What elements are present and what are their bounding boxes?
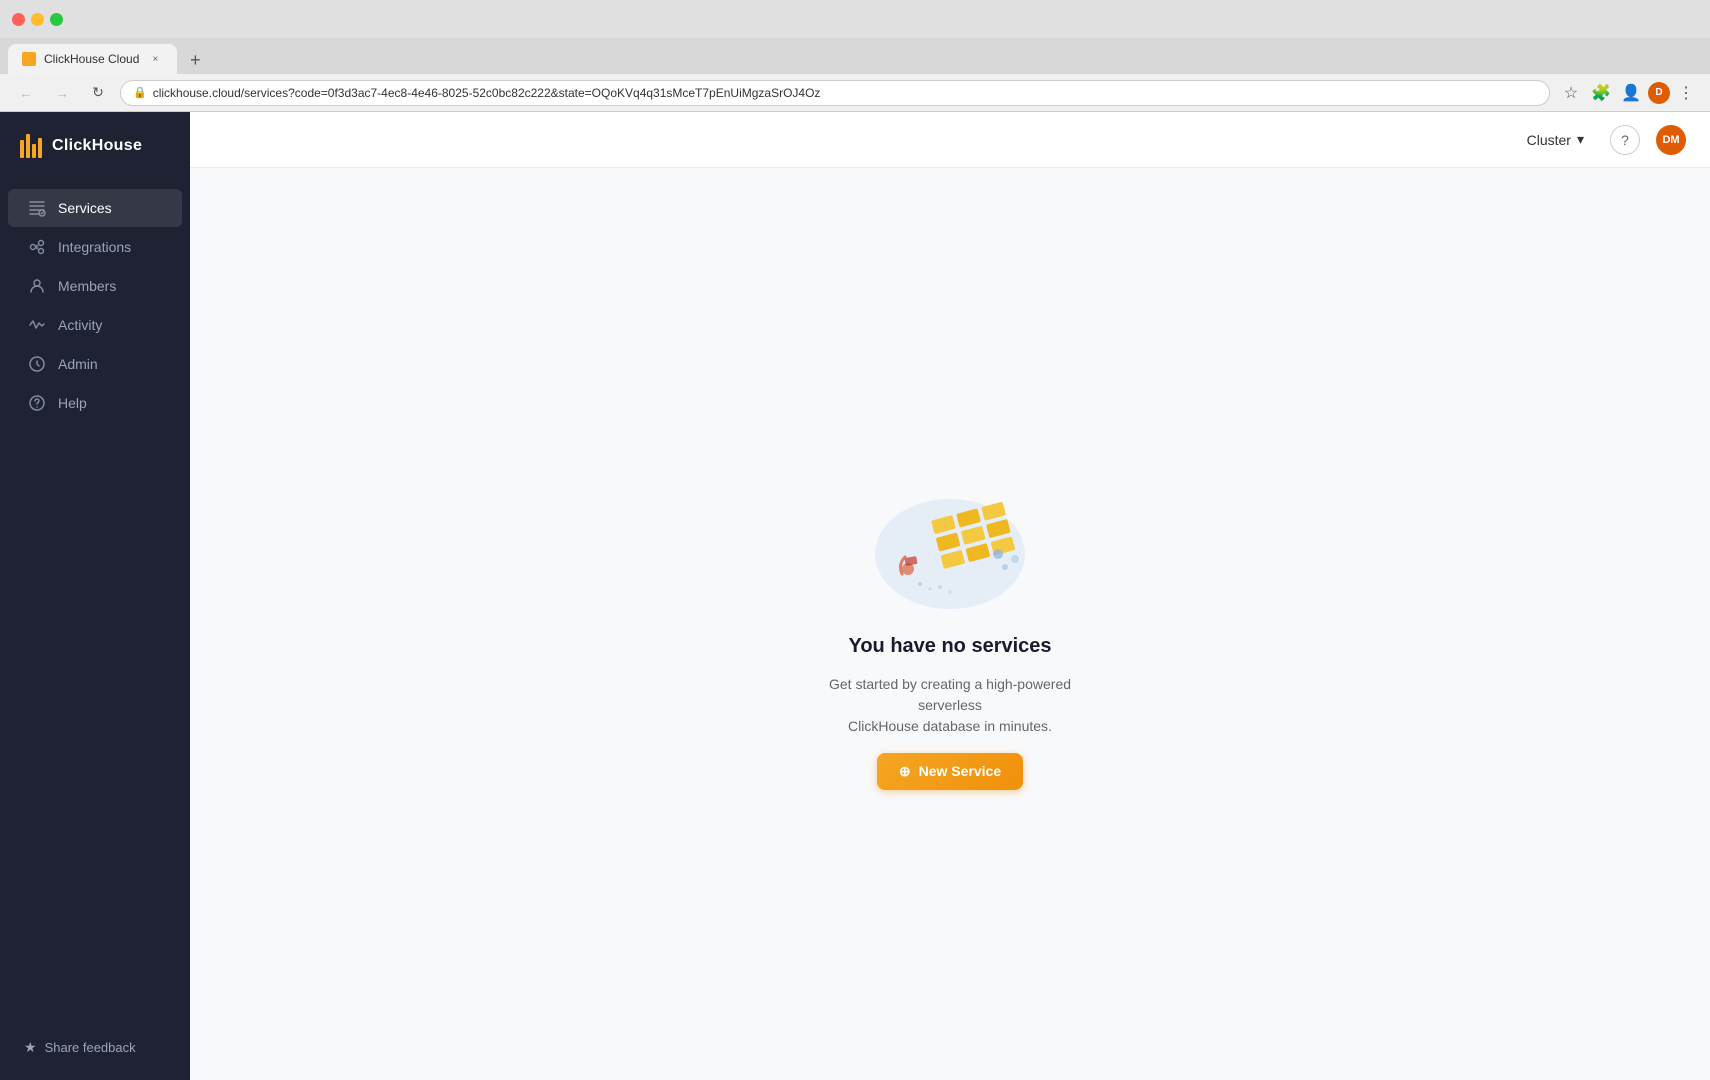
empty-state-description: Get started by creating a high-powered s…: [810, 674, 1090, 737]
services-label: Services: [58, 200, 112, 216]
forward-button[interactable]: →: [48, 79, 76, 107]
logo-bar-3: [32, 144, 36, 158]
app-container: ClickHouse Services: [0, 112, 1710, 1080]
content-area: You have no services Get started by crea…: [190, 168, 1710, 1080]
active-tab[interactable]: ClickHouse Cloud ×: [8, 44, 177, 74]
browser-menu-button[interactable]: ⋮: [1674, 79, 1698, 107]
maximize-window-button[interactable]: [50, 13, 63, 26]
cluster-dropdown[interactable]: Cluster ▾: [1517, 125, 1594, 154]
logo-bar-2: [26, 134, 30, 158]
sidebar-item-services[interactable]: Services: [8, 189, 182, 227]
tab-title: ClickHouse Cloud: [44, 52, 139, 66]
extension-puzzle-icon[interactable]: 🧩: [1588, 80, 1614, 106]
sidebar-item-activity[interactable]: Activity: [8, 306, 182, 344]
user-avatar[interactable]: DM: [1656, 125, 1686, 155]
sidebar-item-help[interactable]: Help: [8, 384, 182, 422]
sidebar-nav: Services Integrations: [0, 180, 190, 1015]
logo-bar-1: [20, 140, 24, 158]
main-content: Cluster ▾ ? DM: [190, 112, 1710, 1080]
logo-icon: [20, 134, 42, 158]
integrations-label: Integrations: [58, 239, 131, 255]
feedback-label: Share feedback: [45, 1040, 136, 1055]
main-header: Cluster ▾ ? DM: [190, 112, 1710, 168]
profile-icon[interactable]: 👤: [1618, 80, 1644, 106]
tab-favicon: [22, 52, 36, 66]
empty-illustration: [850, 459, 1050, 619]
logo-text: ClickHouse: [52, 137, 142, 155]
new-service-button[interactable]: ⊕ New Service: [877, 753, 1023, 790]
close-window-button[interactable]: [12, 13, 25, 26]
browser-chrome: ClickHouse Cloud × + ← → ↻ 🔒 clickhouse.…: [0, 0, 1710, 112]
user-badge[interactable]: D: [1648, 82, 1670, 104]
services-icon: [28, 199, 46, 217]
cluster-chevron-icon: ▾: [1577, 131, 1584, 148]
admin-label: Admin: [58, 356, 98, 372]
help-header-button[interactable]: ?: [1610, 125, 1640, 155]
new-tab-button[interactable]: +: [181, 46, 209, 74]
refresh-button[interactable]: ↻: [84, 79, 112, 107]
sidebar-logo: ClickHouse: [0, 112, 190, 180]
help-label: Help: [58, 395, 87, 411]
new-service-label: New Service: [919, 763, 1002, 779]
activity-label: Activity: [58, 317, 102, 333]
bookmark-star-icon[interactable]: ☆: [1558, 80, 1584, 106]
sidebar: ClickHouse Services: [0, 112, 190, 1080]
address-bar-actions: ☆ 🧩 👤 D ⋮: [1558, 79, 1698, 107]
minimize-window-button[interactable]: [31, 13, 44, 26]
traffic-lights: [12, 13, 63, 26]
help-icon: [28, 394, 46, 412]
back-button[interactable]: ←: [12, 79, 40, 107]
empty-state: You have no services Get started by crea…: [810, 459, 1090, 790]
cluster-label: Cluster: [1527, 132, 1571, 148]
sidebar-item-admin[interactable]: Admin: [8, 345, 182, 383]
browser-titlebar: [0, 0, 1710, 38]
lock-icon: 🔒: [133, 86, 147, 99]
members-label: Members: [58, 278, 116, 294]
activity-icon: [28, 316, 46, 334]
integrations-icon: [28, 238, 46, 256]
address-bar: ← → ↻ 🔒 clickhouse.cloud/services?code=0…: [0, 74, 1710, 112]
admin-icon: [28, 355, 46, 373]
feedback-star-icon: ★: [24, 1039, 37, 1056]
new-service-icon: ⊕: [899, 763, 911, 780]
sidebar-footer: ★ Share feedback: [0, 1015, 190, 1080]
tab-bar: ClickHouse Cloud × +: [0, 38, 1710, 74]
members-icon: [28, 277, 46, 295]
url-bar[interactable]: 🔒 clickhouse.cloud/services?code=0f3d3ac…: [120, 80, 1550, 106]
tab-close-button[interactable]: ×: [147, 51, 163, 67]
url-text: clickhouse.cloud/services?code=0f3d3ac7-…: [153, 86, 821, 100]
sidebar-item-members[interactable]: Members: [8, 267, 182, 305]
share-feedback-button[interactable]: ★ Share feedback: [12, 1031, 178, 1064]
sidebar-item-integrations[interactable]: Integrations: [8, 228, 182, 266]
logo-bar-4: [38, 138, 42, 158]
empty-state-title: You have no services: [848, 635, 1051, 658]
